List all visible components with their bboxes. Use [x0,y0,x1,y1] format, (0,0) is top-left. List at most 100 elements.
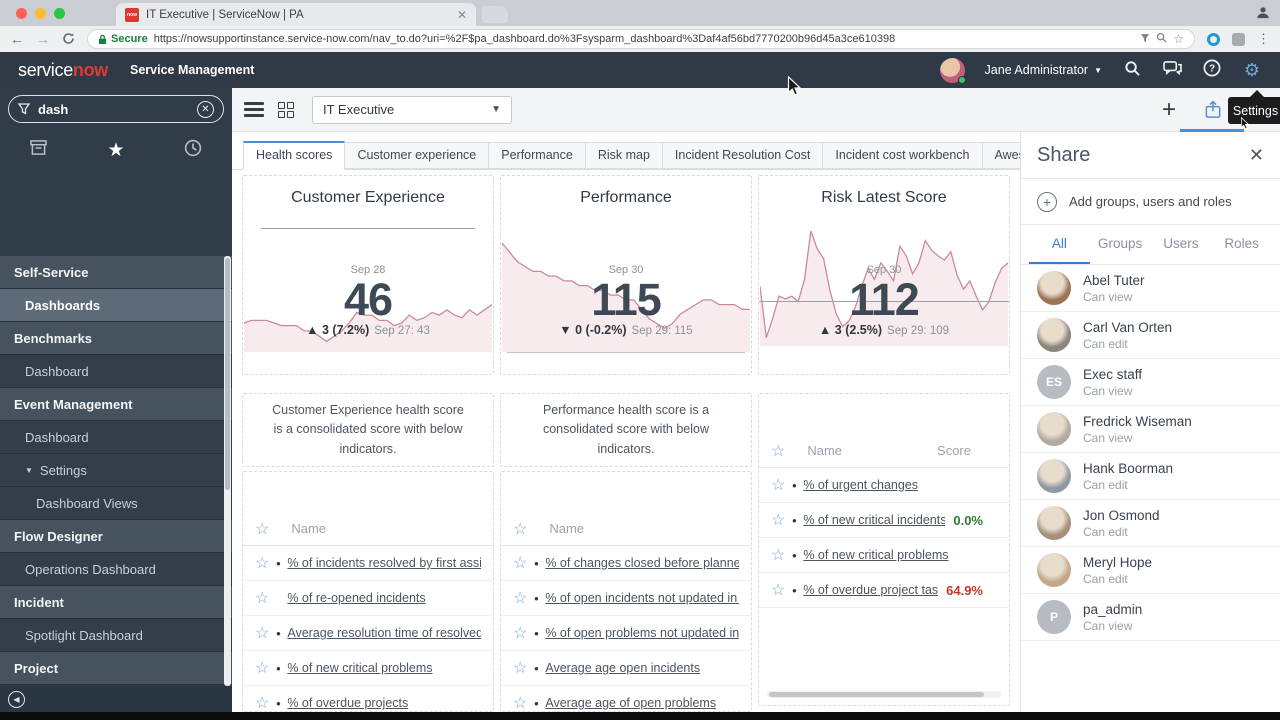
share-user-row[interactable]: Meryl Hope Can edit [1021,547,1280,594]
indicator-link[interactable]: % of open incidents not updated in last … [545,591,739,605]
history-clock-icon[interactable] [155,139,232,162]
gear-icon[interactable]: ⚙ [1242,60,1262,81]
minimize-window-button[interactable] [35,8,46,19]
share-user-row[interactable]: ES Exec staff Can view [1021,359,1280,406]
indicator-link[interactable]: Average age of open problems [545,696,739,710]
indicator-link[interactable]: % of new critical problems [803,548,997,562]
share-user-row[interactable]: Carl Van Orten Can edit [1021,312,1280,359]
indicator-link[interactable]: % of urgent changes [803,478,997,492]
sidebar-item-dashboard-views[interactable]: Dashboard Views [0,487,232,520]
star-icon[interactable]: ☆ [513,519,527,539]
extension-icon-blue[interactable] [1207,32,1220,46]
funnel-icon[interactable] [1140,32,1150,46]
star-icon[interactable]: ☆ [513,588,527,608]
sidebar-section-self-service[interactable]: Self-Service [0,256,232,289]
indicator-link[interactable]: % of new critical incidents [803,513,945,527]
help-icon[interactable]: ? [1202,59,1222,81]
indicator-link[interactable]: Average age open incidents [545,661,739,675]
tab-incident-cost-workbench[interactable]: Incident cost workbench [822,142,983,169]
share-tab-all[interactable]: All [1029,225,1090,264]
sidebar-item-operations-dashboard[interactable]: Operations Dashboard [0,553,232,586]
browser-menu-icon[interactable]: ⋮ [1257,31,1270,47]
indicator-link[interactable]: % of overdue project tasks [803,583,938,597]
share-user-row[interactable]: Hank Boorman Can edit [1021,453,1280,500]
user-menu[interactable]: Jane Administrator ▼ [985,63,1102,77]
navigator-filter-input[interactable]: dash ✕ [8,95,224,123]
tab-risk-map[interactable]: Risk map [584,142,663,169]
customer-experience-scorecard[interactable]: Customer Experience Sep 28 46 ▲ 3 (7.2%)… [242,175,494,375]
share-user-row[interactable]: Abel Tuter Can view [1021,265,1280,312]
search-icon[interactable] [1122,60,1142,81]
star-icon[interactable]: ☆ [255,693,269,711]
indicator-link[interactable]: % of open problems not updated in last 3… [545,626,739,640]
user-avatar[interactable] [939,57,966,84]
profile-icon[interactable] [1256,5,1270,22]
sidebar-section-flow-designer[interactable]: Flow Designer [0,520,232,553]
share-user-row[interactable]: Jon Osmond Can edit [1021,500,1280,547]
performance-scorecard[interactable]: Performance Sep 30 115 ▼ 0 (-0.2%) Sep 29… [500,175,752,375]
sidebar-item-dashboards[interactable]: Dashboards [0,289,232,322]
indicator-link[interactable]: % of changes closed before planned end d… [545,556,739,570]
chat-icon[interactable] [1162,60,1182,81]
favorites-star-icon[interactable]: ★ [77,139,154,162]
sidebar-item-dashboard[interactable]: Dashboard [0,421,232,454]
sidebar-section-project[interactable]: Project [0,652,232,685]
sidebar-item-settings[interactable]: ▼ Settings [0,454,232,487]
tab-health-scores[interactable]: Health scores [243,141,346,170]
zoom-window-button[interactable] [54,8,65,19]
indicator-link[interactable]: % of incidents resolved by first assigne… [287,556,481,570]
star-icon[interactable]: ☆ [513,658,527,678]
close-icon[interactable]: ✕ [1249,145,1264,166]
all-applications-icon[interactable] [0,139,77,161]
extension-icon-gray[interactable] [1232,32,1245,46]
share-user-row[interactable]: Ppa_admin Can view [1021,594,1280,641]
share-tab-users[interactable]: Users [1151,225,1212,264]
star-icon[interactable]: ☆ [771,580,785,600]
menu-hamburger-icon[interactable] [244,102,264,117]
sidebar-item-dashboard[interactable]: Dashboard [0,355,232,388]
share-button[interactable] [1180,88,1244,132]
add-widget-button[interactable]: + [1162,97,1176,122]
forward-icon[interactable]: → [36,32,50,46]
tab-performance[interactable]: Performance [488,142,586,169]
star-icon[interactable]: ☆ [771,441,785,461]
star-icon[interactable]: ☆ [513,553,527,573]
sidebar-section-event-management[interactable]: Event Management [0,388,232,421]
star-icon[interactable]: ☆ [513,623,527,643]
tab-customer-experience[interactable]: Customer experience [344,142,490,169]
indicator-link[interactable]: Average resolution time of resolved inci… [287,626,481,640]
star-icon[interactable]: ☆ [255,553,269,573]
risk-latest-score-scorecard[interactable]: Risk Latest Score Sep 30 112 ▲ 3 (2.5%) S… [758,175,1010,375]
indicator-link[interactable]: % of re-opened incidents [287,591,481,605]
browser-tab[interactable]: now IT Executive | ServiceNow | PA ✕ [116,3,476,26]
add-groups-users-roles-button[interactable]: + Add groups, users and roles [1021,179,1280,225]
back-icon[interactable]: ← [10,32,24,46]
star-icon[interactable]: ☆ [255,588,269,608]
dashboard-grid-icon[interactable] [278,101,294,118]
star-icon[interactable]: ☆ [771,545,785,565]
address-bar[interactable]: Secure https://nowsupportinstance.servic… [87,29,1195,49]
bookmark-star-icon[interactable]: ☆ [1173,32,1184,46]
star-icon[interactable]: ☆ [255,519,269,539]
star-icon[interactable]: ☆ [771,510,785,530]
zoom-icon[interactable] [1156,32,1167,46]
reload-icon[interactable] [62,32,75,47]
star-icon[interactable]: ☆ [513,693,527,711]
dashboard-picker[interactable]: IT Executive ▼ [312,95,512,124]
secure-badge[interactable]: Secure [98,33,148,45]
tab-close-icon[interactable]: ✕ [457,8,467,22]
close-window-button[interactable] [16,8,27,19]
sidebar-item-spotlight-dashboard[interactable]: Spotlight Dashboard [0,619,232,652]
horizontal-scrollbar[interactable] [767,691,1001,698]
indicator-link[interactable]: % of new critical problems [287,661,481,675]
sidebar-section-benchmarks[interactable]: Benchmarks [0,322,232,355]
collapse-sidebar-icon[interactable]: ◀ [8,690,25,708]
share-tab-groups[interactable]: Groups [1090,225,1151,264]
indicator-link[interactable]: % of overdue projects [287,696,481,710]
new-tab-button[interactable] [482,6,508,23]
share-user-row[interactable]: Fredrick Wiseman Can view [1021,406,1280,453]
star-icon[interactable]: ☆ [771,475,785,495]
share-tab-roles[interactable]: Roles [1211,225,1272,264]
sidebar-scrollbar[interactable] [224,256,231,686]
star-icon[interactable]: ☆ [255,623,269,643]
